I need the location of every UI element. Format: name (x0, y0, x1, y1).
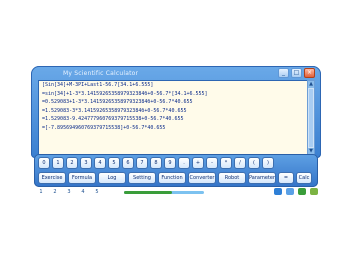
converter-button[interactable]: Converter (188, 172, 216, 184)
page-tab-5[interactable]: 5 (90, 189, 104, 195)
keypad: 0 1 2 3 4 5 6 7 8 9 . + - * / ( ) Exerci… (34, 154, 318, 187)
bottom-bar: 1 2 3 4 5 (34, 188, 318, 196)
key-4[interactable]: 4 (94, 157, 106, 169)
minimize-button[interactable]: _ (278, 68, 289, 78)
key-0[interactable]: 0 (38, 157, 50, 169)
display-line: =1.529083-9.424777960769379715538+0-56.7… (42, 116, 184, 123)
disk-icon[interactable] (274, 188, 282, 195)
function-button[interactable]: Function (158, 172, 186, 184)
display-line: =0.529083+1-3*3.1415926535897932384б+0-5… (42, 99, 193, 106)
key-3[interactable]: 3 (80, 157, 92, 169)
key-8[interactable]: 8 (150, 157, 162, 169)
page-tab-2[interactable]: 2 (48, 189, 62, 195)
document-icon[interactable] (286, 188, 294, 195)
key-multiply[interactable]: * (220, 157, 232, 169)
key-6[interactable]: 6 (122, 157, 134, 169)
calculator-window: My Scientific Calculator _ □ × [Sin[34]+… (31, 66, 321, 158)
key-1[interactable]: 1 (52, 157, 64, 169)
digit-row: 0 1 2 3 4 5 6 7 8 9 . + - * / ( ) (38, 157, 274, 169)
tray-icons (274, 188, 318, 195)
page-tab-4[interactable]: 4 (76, 189, 90, 195)
key-minus[interactable]: - (206, 157, 218, 169)
function-row: Exercise Formula Log Setting Function Co… (38, 172, 312, 184)
vertical-scrollbar[interactable]: ▲ ▼ (307, 80, 315, 156)
page-tab-1[interactable]: 1 (34, 189, 48, 195)
display-line: [Sin[34]+M-3PI+Last1-56.7[34.1+6.555] (42, 82, 154, 88)
formula-button[interactable]: Formula (68, 172, 96, 184)
window-title: My Scientific Calculator (63, 69, 139, 77)
display-line: =sin[34]+1-3*3.1415926535897932384б+0-56… (42, 90, 208, 97)
parameter-button[interactable]: Parameter (248, 172, 276, 184)
key-5[interactable]: 5 (108, 157, 120, 169)
key-divide[interactable]: / (234, 157, 246, 169)
recycle-icon[interactable] (298, 188, 306, 195)
maximize-button[interactable]: □ (291, 68, 302, 78)
log-button[interactable]: Log (98, 172, 126, 184)
close-button[interactable]: × (304, 68, 315, 78)
volume-slider[interactable] (124, 191, 204, 194)
scroll-up-icon[interactable]: ▲ (308, 81, 314, 88)
display-line: =1.529083-3*3.1415926535897932384б+0-56.… (42, 107, 187, 114)
tree-icon[interactable] (310, 188, 318, 195)
exercise-button[interactable]: Exercise (38, 172, 66, 184)
key-decimal[interactable]: . (178, 157, 190, 169)
key-9[interactable]: 9 (164, 157, 176, 169)
scroll-thumb[interactable] (309, 89, 313, 147)
slider-fill (124, 191, 172, 194)
key-open-paren[interactable]: ( (248, 157, 260, 169)
key-plus[interactable]: + (192, 157, 204, 169)
key-7[interactable]: 7 (136, 157, 148, 169)
robot-button[interactable]: Robot (218, 172, 246, 184)
page-tab-3[interactable]: 3 (62, 189, 76, 195)
expression-display[interactable]: [Sin[34]+M-3PI+Last1-56.7[34.1+6.555] =s… (38, 80, 308, 158)
key-close-paren[interactable]: ) (262, 157, 274, 169)
title-bar[interactable]: My Scientific Calculator _ □ × (37, 68, 315, 78)
calc-button[interactable]: Calc (296, 172, 312, 184)
key-2[interactable]: 2 (66, 157, 78, 169)
equals-button[interactable]: = (278, 172, 294, 184)
setting-button[interactable]: Setting (128, 172, 156, 184)
display-line: =[-7.895694960769379715538]+0-56.7*40.65… (42, 124, 166, 131)
window-controls: _ □ × (278, 68, 315, 78)
